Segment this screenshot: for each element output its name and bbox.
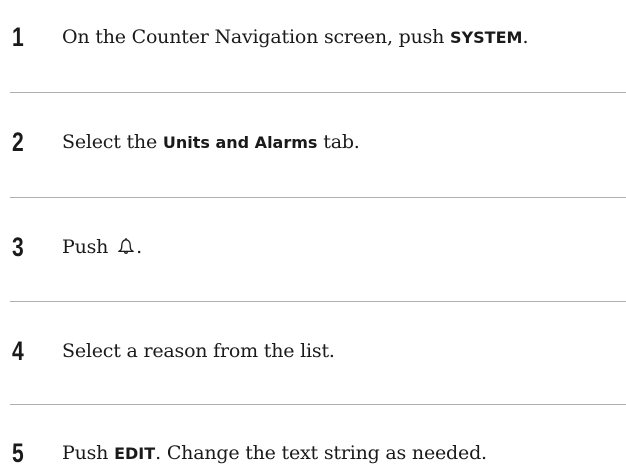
step-divider [10, 301, 626, 302]
step-number: 2 [12, 127, 24, 157]
step-text-before: Select a reason from the list. [62, 340, 335, 362]
step-text: On the Counter Navigation screen, push S… [62, 17, 528, 58]
step-4: 4 Select a reason from the list. [0, 331, 626, 371]
step-text-before: Push [62, 236, 115, 258]
bell-icon [116, 230, 136, 254]
step-2: 2 Select the Units and Alarms tab. [0, 122, 626, 162]
step-text-after: . [522, 26, 529, 48]
step-divider [10, 404, 626, 405]
step-5: 5 Push EDIT. Change the text string as n… [0, 433, 626, 473]
step-divider [10, 92, 626, 93]
step-3: 3 Push . [0, 227, 626, 267]
step-number: 1 [12, 22, 24, 52]
step-number: 3 [12, 232, 24, 262]
ui-term-system: SYSTEM [450, 28, 523, 47]
step-text-before: On the Counter Navigation screen, push [62, 26, 451, 48]
step-number: 4 [12, 336, 24, 366]
step-number: 5 [12, 438, 24, 468]
step-divider [10, 197, 626, 198]
step-text: Select a reason from the list. [62, 331, 335, 371]
step-text-after: . Change the text string as needed. [155, 442, 487, 464]
step-1: 1 On the Counter Navigation screen, push… [0, 17, 626, 57]
step-text: Select the Units and Alarms tab. [62, 122, 360, 163]
step-text-before: Select the [62, 131, 163, 153]
step-text-after: tab. [317, 131, 360, 153]
step-text: Push . [62, 227, 142, 267]
step-text-after: . [136, 236, 142, 258]
ui-term-edit: EDIT [114, 444, 156, 463]
step-text-before: Push [62, 442, 115, 464]
step-text: Push EDIT. Change the text string as nee… [62, 433, 487, 474]
ui-term-units-and-alarms: Units and Alarms [162, 133, 318, 152]
